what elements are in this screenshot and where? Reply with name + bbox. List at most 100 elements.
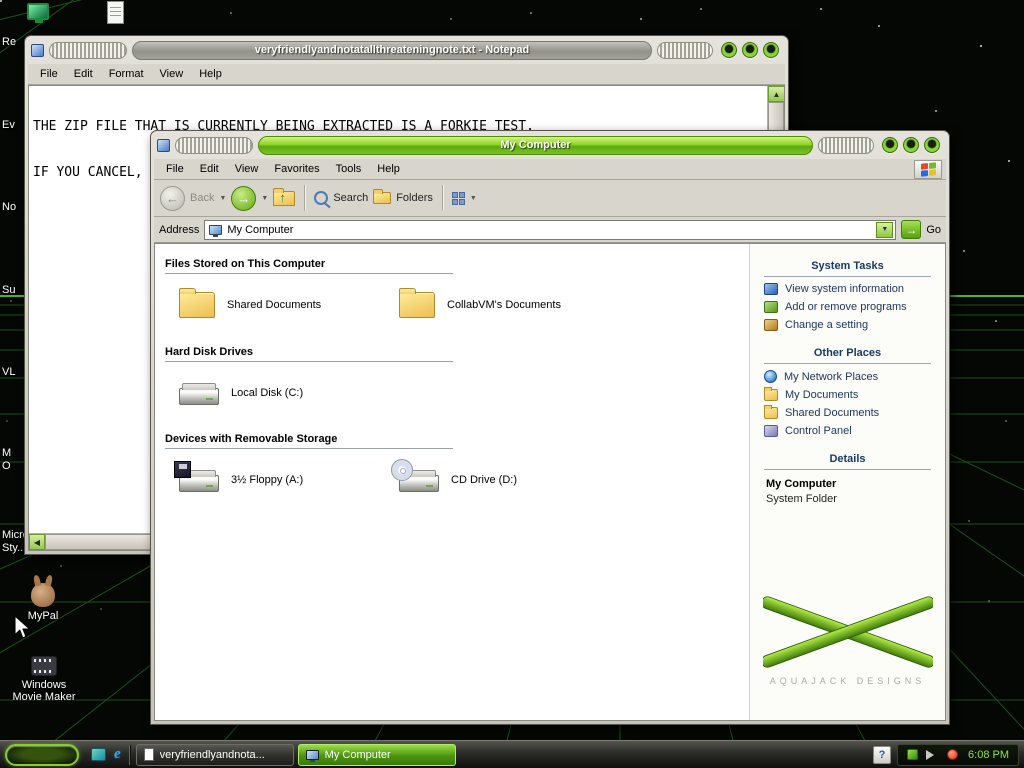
address-input[interactable]: My Computer ▼ <box>204 219 897 240</box>
cd-disc-icon <box>391 459 413 481</box>
address-dropdown-button[interactable]: ▼ <box>876 221 894 238</box>
internet-explorer-icon[interactable]: e <box>114 747 121 762</box>
mypal-icon <box>31 583 55 607</box>
taskbar: e veryfriendlyandnota... My Computer ? 6… <box>0 740 1024 768</box>
show-desktop-icon[interactable] <box>91 748 106 761</box>
file-item-floppy-a[interactable]: 3½ Floppy (A:) <box>174 461 399 492</box>
file-item-label: CD Drive (D:) <box>451 473 517 486</box>
place-link-my-documents[interactable]: My Documents <box>764 387 941 401</box>
xbox-x-logo <box>760 596 935 668</box>
my-computer-icon <box>209 224 223 237</box>
file-item-label: Shared Documents <box>227 299 322 311</box>
details-item-type: System Folder <box>766 493 837 505</box>
shared-documents-icon <box>764 405 778 419</box>
folders-icon[interactable] <box>373 189 392 204</box>
desktop-icon-monitor[interactable] <box>27 3 49 23</box>
volume-tray-icon[interactable] <box>926 749 939 760</box>
minimize-button[interactable] <box>882 137 898 153</box>
go-button[interactable]: → <box>901 220 922 239</box>
forward-dropdown-icon[interactable]: ▼ <box>261 195 268 202</box>
watermark: AQUAJACK DESIGNS <box>750 593 945 686</box>
file-item-collabvm-documents[interactable]: CollabVM's Documents <box>399 288 619 318</box>
scroll-left-button[interactable]: ◀ <box>29 534 45 550</box>
menu-edit[interactable]: Edit <box>192 161 227 177</box>
task-link-change-a-setting[interactable]: Change a setting <box>764 319 941 331</box>
details-item-name: My Computer <box>766 478 837 490</box>
menu-tools[interactable]: Tools <box>328 161 370 177</box>
system-info-icon <box>764 283 778 295</box>
start-button[interactable] <box>5 743 79 766</box>
menu-view[interactable]: View <box>152 66 192 82</box>
notepad-title-text: veryfriendlyandnotatallthreateningnote.t… <box>254 44 530 56</box>
power-tray-icon[interactable] <box>907 749 919 760</box>
address-label: Address <box>159 223 200 236</box>
titlebar-ridges-left <box>175 136 253 154</box>
titlebar-ridges-left <box>49 41 127 59</box>
address-value: My Computer <box>227 223 294 236</box>
cd-drive-icon <box>391 459 439 492</box>
explorer-toolbar: ← Back ▼ → ▼ ↑ Search Folders ▼ <box>154 180 946 217</box>
file-item-label: Local Disk (C:) <box>231 386 304 399</box>
menu-edit[interactable]: Edit <box>66 66 101 82</box>
task-link-add-remove-programs[interactable]: Add or remove programs <box>764 301 941 313</box>
views-icon[interactable] <box>451 191 465 205</box>
place-link-shared-documents[interactable]: Shared Documents <box>764 405 941 419</box>
movie-maker-icon <box>31 656 57 676</box>
up-arrow-icon: ↑ <box>279 189 286 205</box>
maximize-button[interactable] <box>742 42 758 58</box>
desktop-icon-windows-movie-maker[interactable]: Windows Movie Maker <box>6 656 82 703</box>
taskbar-button-notepad[interactable]: veryfriendlyandnota... <box>135 743 294 766</box>
file-item-local-disk-c[interactable]: Local Disk (C:) <box>179 380 399 405</box>
notepad-task-icon <box>143 748 154 761</box>
menu-file[interactable]: File <box>32 66 66 82</box>
close-button[interactable] <box>763 42 779 58</box>
quick-launch: e <box>91 747 121 762</box>
file-item-cd-drive-d[interactable]: CD Drive (D:) <box>391 459 619 492</box>
system-tray: ? 6:08 PM <box>873 743 1024 766</box>
go-label[interactable]: Go <box>926 224 941 236</box>
hard-drive-icon <box>179 383 219 405</box>
back-label[interactable]: Back <box>190 192 214 204</box>
search-icon[interactable] <box>314 191 329 205</box>
toolbar-separator <box>441 185 443 211</box>
explorer-titlebar[interactable]: My Computer <box>154 134 946 159</box>
taskbar-button-my-computer[interactable]: My Computer <box>297 743 456 766</box>
forward-button[interactable]: → <box>231 185 257 211</box>
help-button[interactable]: ? <box>873 745 892 764</box>
section-rule <box>165 448 453 449</box>
alert-tray-icon[interactable] <box>947 749 959 760</box>
notepad-titlebar[interactable]: veryfriendlyandnotatallthreateningnote.t… <box>28 39 785 64</box>
system-tasks-heading: System Tasks <box>764 260 931 277</box>
menu-favorites[interactable]: Favorites <box>266 161 327 177</box>
menu-help[interactable]: Help <box>191 66 230 82</box>
task-link-view-system-information[interactable]: View system information <box>764 283 941 295</box>
section-title: Files Stored on This Computer <box>165 258 326 270</box>
menu-help[interactable]: Help <box>369 161 408 177</box>
maximize-button[interactable] <box>903 137 919 153</box>
details-panel: My Computer System Folder <box>766 478 929 505</box>
minimize-button[interactable] <box>721 42 737 58</box>
scroll-up-button[interactable]: ▲ <box>768 86 784 102</box>
menu-view[interactable]: View <box>227 161 267 177</box>
taskbar-separator <box>128 744 130 765</box>
place-link-control-panel[interactable]: Control Panel <box>764 425 941 437</box>
notepad-menubar: File Edit Format View Help <box>28 64 785 85</box>
search-button[interactable]: Search <box>333 192 368 204</box>
folders-button[interactable]: Folders <box>396 192 433 204</box>
menu-format[interactable]: Format <box>101 66 152 82</box>
menu-file[interactable]: File <box>158 161 192 177</box>
place-link-my-network-places[interactable]: My Network Places <box>764 370 941 383</box>
section-rule <box>165 273 453 274</box>
close-button[interactable] <box>924 137 940 153</box>
file-item-shared-documents[interactable]: Shared Documents <box>179 288 399 318</box>
folder-icon <box>399 288 435 318</box>
back-button[interactable]: ← <box>160 185 185 211</box>
desktop-icon-document[interactable] <box>107 1 124 24</box>
taskbar-clock[interactable]: 6:08 PM <box>968 749 1009 761</box>
views-dropdown-icon[interactable]: ▼ <box>470 195 477 202</box>
explorer-title: My Computer <box>258 135 813 155</box>
titlebar-ridges-right <box>657 41 713 59</box>
back-dropdown-icon[interactable]: ▼ <box>219 195 226 202</box>
file-list-pane: Files Stored on This Computer Shared Doc… <box>155 244 749 720</box>
up-button[interactable]: ↑ <box>273 187 296 206</box>
